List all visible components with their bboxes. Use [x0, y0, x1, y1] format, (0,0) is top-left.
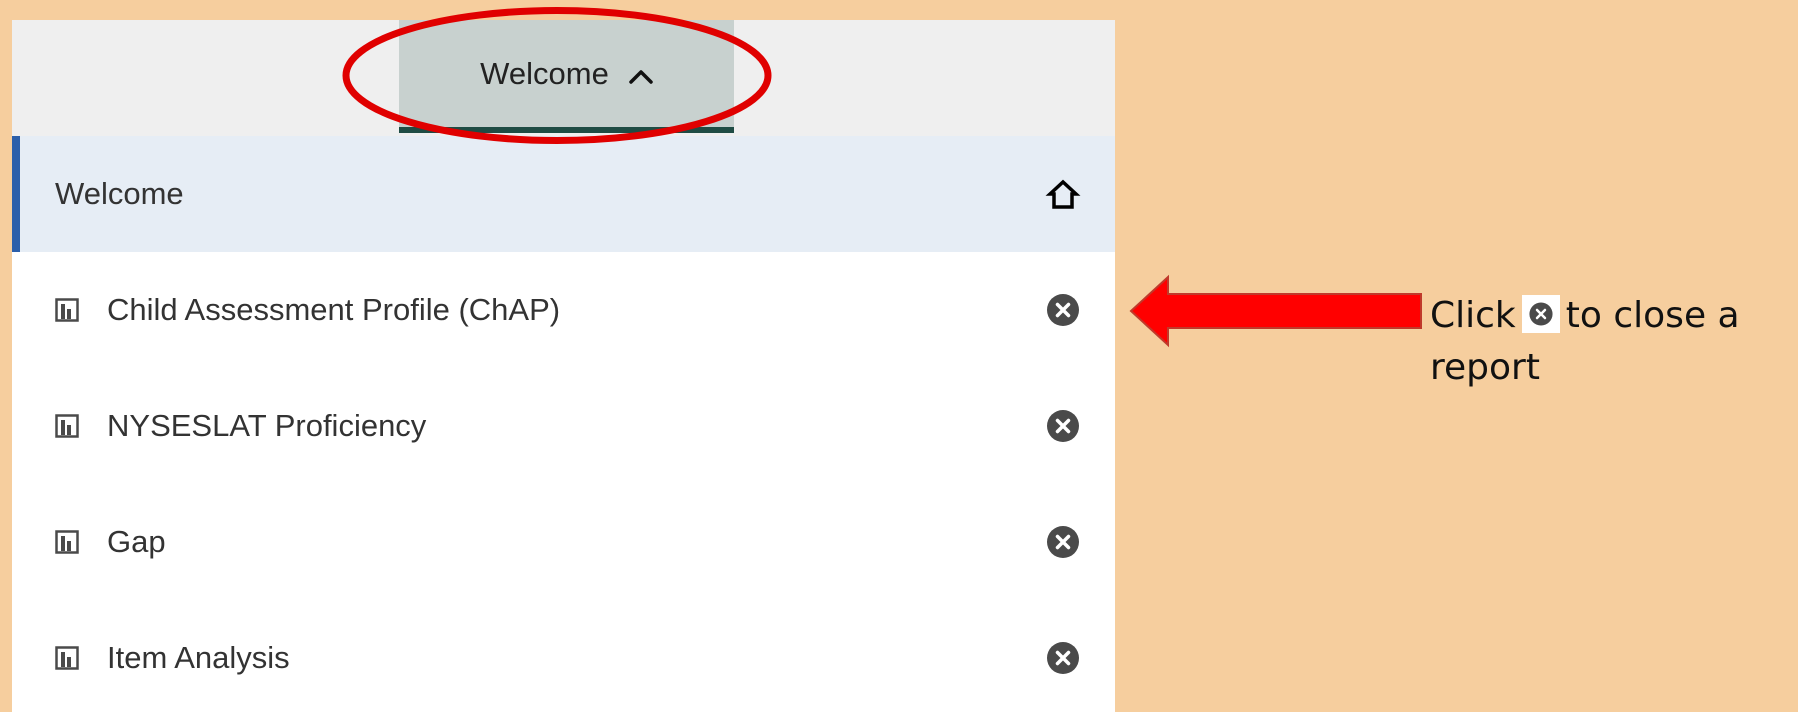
close-icon[interactable] — [1045, 640, 1081, 676]
close-icon[interactable] — [1045, 292, 1081, 328]
menu-item-label: Welcome — [55, 176, 184, 211]
callout-text: Click to close a report — [1430, 290, 1790, 394]
report-item-item-analysis[interactable]: Item Analysis — [12, 600, 1115, 712]
report-item-chap[interactable]: Child Assessment Profile (ChAP) — [12, 252, 1115, 368]
report-item-label: Item Analysis — [107, 640, 290, 675]
report-item-nyseslat[interactable]: NYSESLAT Proficiency — [12, 368, 1115, 484]
report-item-label: Gap — [107, 524, 166, 559]
welcome-tab-label: Welcome — [480, 55, 609, 91]
chevron-up-icon — [629, 69, 653, 84]
top-bar: Welcome — [12, 20, 1115, 136]
report-icon — [55, 298, 79, 322]
callout-arrow-icon — [1129, 274, 1422, 348]
close-icon[interactable] — [1045, 408, 1081, 444]
report-item-label: NYSESLAT Proficiency — [107, 408, 427, 443]
report-item-label: Child Assessment Profile (ChAP) — [107, 292, 561, 327]
welcome-dropdown-tab[interactable]: Welcome — [399, 20, 734, 133]
report-icon — [55, 530, 79, 554]
close-icon — [1521, 295, 1560, 333]
callout-text-before: Click — [1430, 295, 1516, 336]
report-icon — [55, 646, 79, 670]
report-icon — [55, 414, 79, 438]
close-icon[interactable] — [1045, 524, 1081, 560]
menu-item-welcome[interactable]: Welcome — [12, 136, 1115, 252]
report-panel: Welcome Welcome Child Assessment Profile… — [12, 20, 1115, 712]
home-icon[interactable] — [1045, 177, 1081, 211]
report-item-gap[interactable]: Gap — [12, 484, 1115, 600]
